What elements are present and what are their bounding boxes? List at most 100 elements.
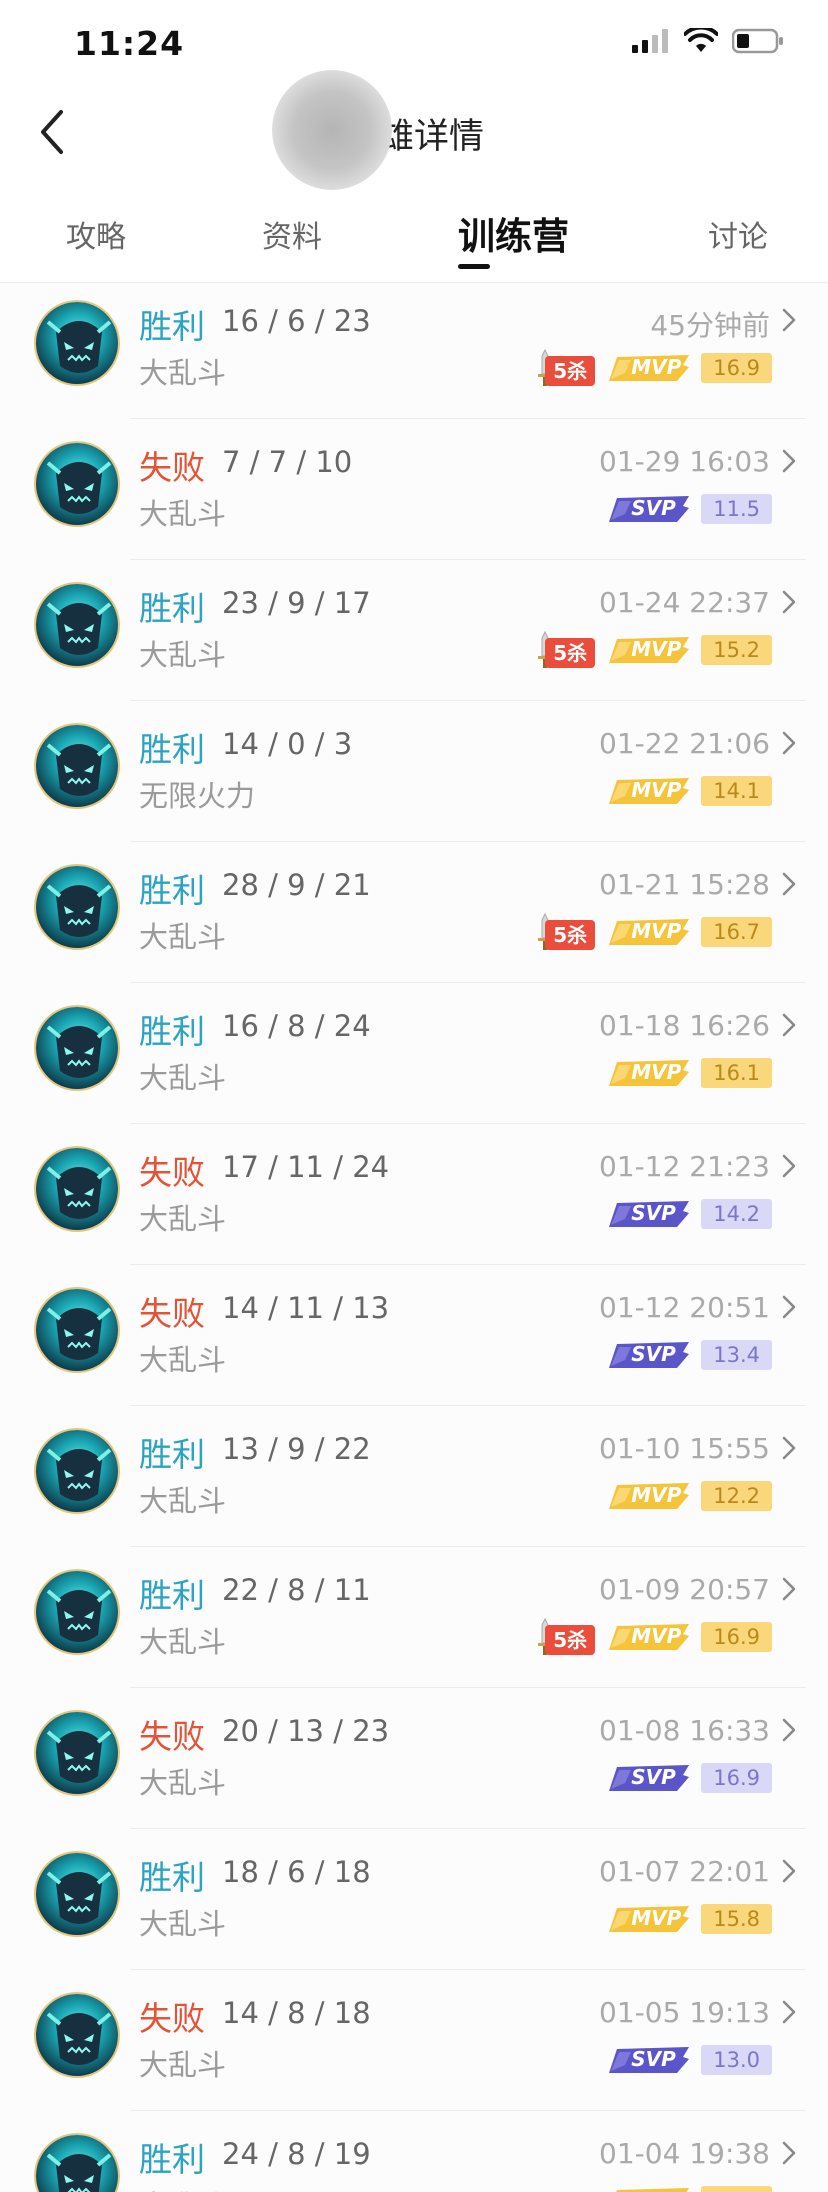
tab-discussion[interactable]: 讨论 (708, 212, 768, 256)
rating-score: 13.4 (701, 1340, 772, 1370)
match-row[interactable]: 胜利 22 / 8 / 11 大乱斗 01-09 20:57 5杀 MVP 16.9 (0, 1547, 828, 1688)
mvp-badge: MVP (607, 1479, 691, 1513)
match-badges: SVP 11.5 (607, 489, 772, 529)
badge-label: MVP (631, 919, 682, 943)
match-row[interactable]: 失败 14 / 11 / 13 大乱斗 01-12 20:51 SVP 13.4 (0, 1265, 828, 1406)
tab-training-camp[interactable]: 训练营 (458, 206, 569, 260)
game-mode: 大乱斗 (139, 1061, 227, 1095)
match-row[interactable]: 胜利 16 / 8 / 24 大乱斗 01-18 16:26 MVP 16.1 (0, 983, 828, 1124)
match-result: 失败 (139, 1153, 205, 1192)
match-result: 胜利 (139, 730, 205, 769)
game-mode: 大乱斗 (139, 1343, 227, 1377)
rating-score: 12.2 (701, 1481, 772, 1511)
rating-score: 16.9 (701, 1763, 772, 1793)
svp-badge: SVP (607, 1197, 691, 1231)
active-tab-indicator (458, 264, 490, 269)
svp-badge: SVP (607, 1338, 691, 1372)
rating-score: 14.1 (701, 776, 772, 806)
penta-kill-badge: 5杀 (535, 1617, 597, 1657)
kda-score: 28 / 9 / 21 (222, 868, 371, 902)
penta-kill-badge: 5杀 (535, 912, 597, 952)
hero-portrait-icon (36, 1007, 118, 1089)
match-badges: MVP 15.8 (607, 1899, 772, 1939)
hero-avatar (34, 2133, 120, 2192)
match-row[interactable]: 失败 14 / 8 / 18 大乱斗 01-05 19:13 SVP 13.0 (0, 1970, 828, 2111)
status-time: 11:24 (74, 24, 185, 63)
match-result: 胜利 (139, 1435, 205, 1474)
kda-score: 20 / 13 / 23 (222, 1714, 390, 1748)
kda-score: 14 / 11 / 13 (222, 1291, 390, 1325)
cellular-signal-icon (632, 29, 668, 53)
hero-avatar (34, 1851, 120, 1937)
hero-avatar (34, 1992, 120, 2078)
match-time: 01-08 16:33 (599, 1714, 770, 1747)
match-time: 01-29 16:03 (599, 445, 770, 478)
penta-kill-label: 5杀 (545, 920, 596, 950)
chevron-right-icon (782, 872, 796, 896)
chevron-right-icon (782, 590, 796, 614)
hero-portrait-icon (36, 443, 118, 525)
match-time: 01-18 16:26 (599, 1009, 770, 1042)
hero-portrait-icon (36, 725, 118, 807)
chevron-right-icon (782, 449, 796, 473)
match-row[interactable]: 失败 7 / 7 / 10 大乱斗 01-29 16:03 SVP 11.5 (0, 419, 828, 560)
match-time: 01-05 19:13 (599, 1996, 770, 2029)
game-mode: 大乱斗 (139, 920, 227, 954)
match-result: 失败 (139, 1999, 205, 2038)
hero-avatar (34, 441, 120, 527)
kda-score: 17 / 11 / 24 (222, 1150, 390, 1184)
match-row[interactable]: 胜利 14 / 0 / 3 无限火力 01-22 21:06 MVP 14.1 (0, 701, 828, 842)
kda-score: 24 / 8 / 19 (222, 2137, 371, 2171)
mvp-badge: MVP (607, 2184, 691, 2192)
badge-label: SVP (631, 2047, 676, 2071)
hero-portrait-icon (36, 1289, 118, 1371)
match-badges: 5杀 MVP 16.9 (535, 348, 772, 388)
match-badges: MVP 12.2 (607, 1476, 772, 1516)
mvp-badge: MVP (607, 351, 691, 385)
match-row[interactable]: 胜利 28 / 9 / 21 大乱斗 01-21 15:28 5杀 MVP 16.7 (0, 842, 828, 983)
penta-kill-badge: 5杀 (535, 630, 597, 670)
match-badges: SVP 14.2 (607, 1194, 772, 1234)
match-badges: 5杀 MVP 16.9 (535, 1617, 772, 1657)
game-mode: 大乱斗 (139, 638, 227, 672)
hero-avatar (34, 864, 120, 950)
match-history-list[interactable]: 胜利 16 / 6 / 23 大乱斗 45分钟前 5杀 MVP 16.9 失败 … (0, 283, 828, 2192)
badge-label: MVP (631, 1624, 682, 1648)
match-row[interactable]: 胜利 24 / 8 / 19 大乱斗 01-04 19:38 MVP 16.6 (0, 2111, 828, 2192)
match-row[interactable]: 胜利 18 / 6 / 18 大乱斗 01-07 22:01 MVP 15.8 (0, 1829, 828, 1970)
rating-score: 15.8 (701, 1904, 772, 1934)
match-time: 01-22 21:06 (599, 727, 770, 760)
match-row[interactable]: 胜利 23 / 9 / 17 大乱斗 01-24 22:37 5杀 MVP 15.2 (0, 560, 828, 701)
chevron-right-icon (782, 2141, 796, 2165)
match-row[interactable]: 胜利 13 / 9 / 22 大乱斗 01-10 15:55 MVP 12.2 (0, 1406, 828, 1547)
match-time: 01-24 22:37 (599, 586, 770, 619)
hero-portrait-icon (36, 1571, 118, 1653)
tab-bar: 攻略 资料 训练营 讨论 (0, 190, 828, 283)
tab-guide[interactable]: 攻略 (66, 212, 126, 256)
match-badges: MVP 16.6 (607, 2181, 772, 2192)
kda-score: 7 / 7 / 10 (222, 445, 353, 479)
match-badges: MVP 16.1 (607, 1053, 772, 1093)
kda-score: 16 / 8 / 24 (222, 1009, 371, 1043)
match-row[interactable]: 失败 17 / 11 / 24 大乱斗 01-12 21:23 SVP 14.2 (0, 1124, 828, 1265)
kda-score: 18 / 6 / 18 (222, 1855, 371, 1889)
mvp-badge: MVP (607, 1056, 691, 1090)
hero-portrait-icon (36, 1430, 118, 1512)
chevron-right-icon (782, 731, 796, 755)
hero-portrait-icon (36, 302, 118, 384)
rating-score: 16.6 (701, 2186, 772, 2192)
mvp-badge: MVP (607, 774, 691, 808)
rating-score: 14.2 (701, 1199, 772, 1229)
match-row[interactable]: 失败 20 / 13 / 23 大乱斗 01-08 16:33 SVP 16.9 (0, 1688, 828, 1829)
hero-avatar (34, 582, 120, 668)
match-time: 01-12 21:23 (599, 1150, 770, 1183)
game-mode: 大乱斗 (139, 1766, 227, 1800)
badge-label: MVP (631, 2188, 681, 2192)
tab-profile[interactable]: 资料 (262, 212, 322, 256)
hero-portrait-icon (36, 866, 118, 948)
svp-badge: SVP (607, 1761, 691, 1795)
match-time: 01-21 15:28 (599, 868, 770, 901)
badge-label: MVP (631, 637, 682, 661)
game-mode: 大乱斗 (139, 2048, 227, 2082)
match-row[interactable]: 胜利 16 / 6 / 23 大乱斗 45分钟前 5杀 MVP 16.9 (0, 283, 828, 419)
